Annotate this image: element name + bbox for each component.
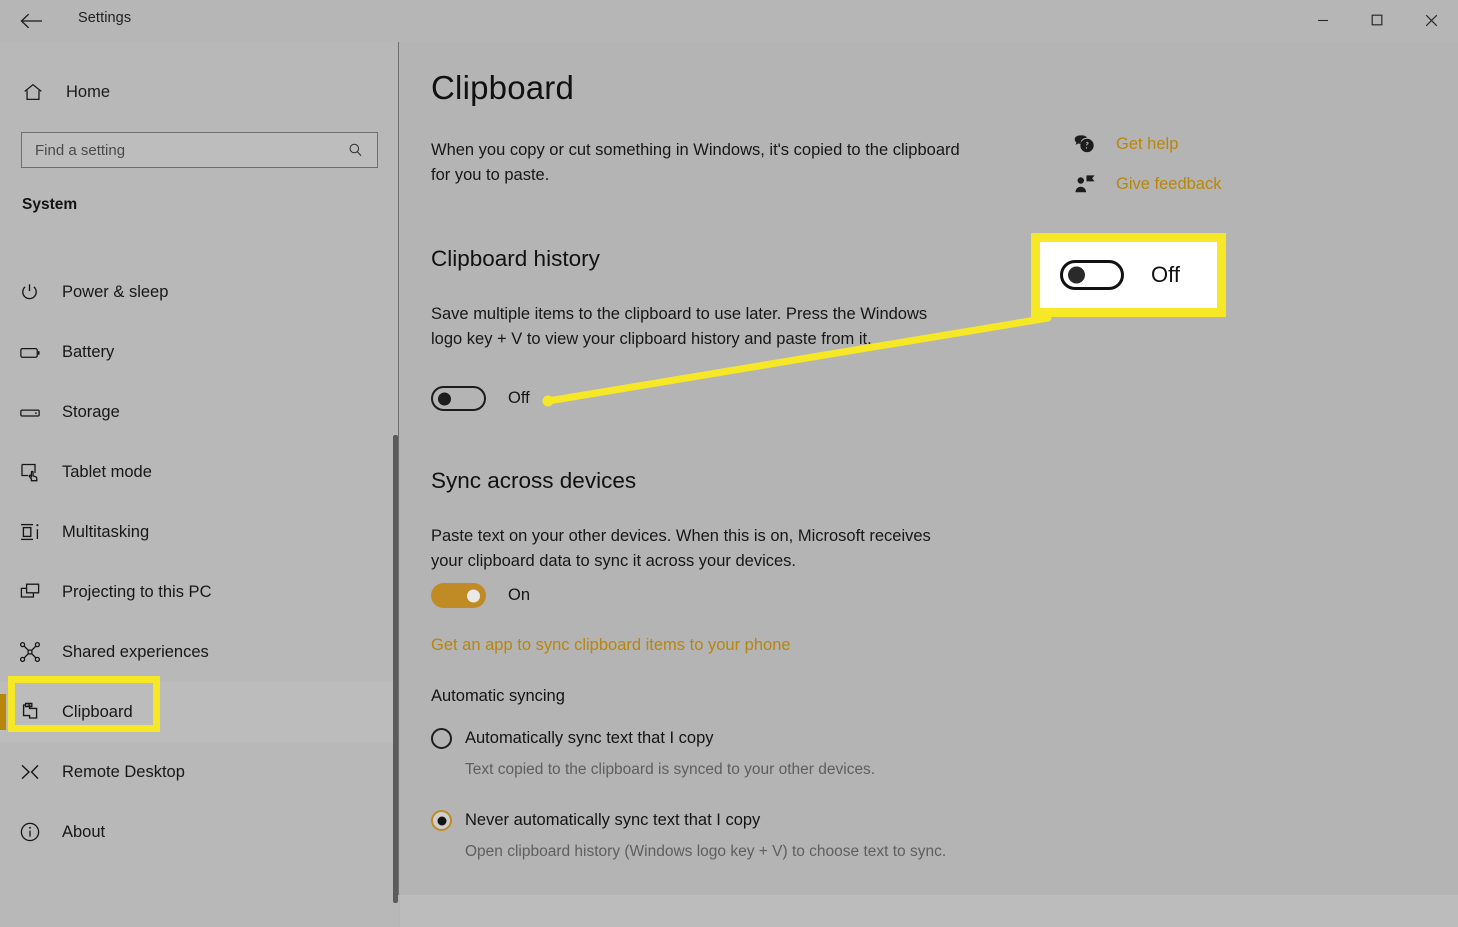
sidebar-item-label: Tablet mode	[62, 462, 152, 481]
give-feedback-icon	[1073, 173, 1109, 195]
clipboard-history-heading: Clipboard history	[431, 246, 600, 271]
sidebar-item-home[interactable]: Home	[12, 72, 382, 112]
sidebar-item-label: Shared experiences	[62, 642, 209, 661]
sidebar-item-projecting-to-this-pc[interactable]: Projecting to this PC	[0, 562, 399, 622]
sidebar-item-label: Multitasking	[62, 522, 150, 541]
power-icon	[18, 277, 54, 307]
tablet-mode-icon	[18, 457, 54, 487]
window-title: Settings	[78, 10, 132, 26]
sidebar-item-remote-desktop[interactable]: Remote Desktop	[0, 742, 399, 802]
sidebar-item-label: About	[62, 822, 106, 841]
clipboard-history-toggle-row[interactable]: Off	[431, 386, 530, 411]
projecting-icon	[18, 577, 54, 607]
search-input[interactable]	[22, 141, 346, 159]
window-controls	[1296, 0, 1458, 40]
sidebar-item-label: Remote Desktop	[62, 762, 185, 781]
sidebar-item-label: Storage	[62, 402, 120, 421]
give-feedback-link[interactable]: Give feedback	[1073, 164, 1303, 204]
back-arrow-icon[interactable]	[14, 4, 50, 38]
automatic-syncing-radio-group: Automatically sync text that I copy Text…	[431, 724, 1051, 888]
callout-inner: Off	[1040, 242, 1217, 308]
help-links: Get help Give feedback	[1073, 124, 1303, 204]
radio-button[interactable]	[431, 728, 452, 749]
radio-option-never-sync[interactable]: Never automatically sync text that I cop…	[431, 806, 1051, 834]
callout-toggle-state: Off	[1151, 262, 1180, 287]
shared-experiences-icon	[18, 637, 54, 667]
sidebar-item-tablet-mode[interactable]: Tablet mode	[0, 442, 399, 502]
sidebar-item-home-label: Home	[66, 82, 111, 101]
get-help-icon	[1073, 133, 1109, 155]
toggle-knob	[438, 392, 451, 405]
radio-label: Never automatically sync text that I cop…	[465, 811, 761, 829]
radio-option-auto-sync[interactable]: Automatically sync text that I copy	[431, 724, 1051, 752]
sidebar-item-clipboard[interactable]: Clipboard	[0, 682, 399, 742]
sidebar-item-label: Power & sleep	[62, 282, 169, 301]
toggle-knob	[467, 589, 480, 602]
radio-label: Automatically sync text that I copy	[465, 729, 714, 747]
home-icon	[22, 81, 56, 103]
page-title: Clipboard	[431, 69, 575, 106]
close-button[interactable]	[1404, 0, 1458, 40]
search-icon[interactable]	[346, 141, 377, 160]
automatic-syncing-heading: Automatic syncing	[431, 687, 565, 705]
remote-desktop-icon	[18, 757, 54, 787]
sidebar-item-label: Projecting to this PC	[62, 582, 212, 601]
sync-across-devices-toggle-row[interactable]: On	[431, 583, 530, 608]
page-intro-text: When you copy or cut something in Window…	[431, 141, 960, 184]
minimize-button[interactable]	[1296, 0, 1350, 40]
sidebar-divider	[398, 0, 400, 895]
radio-description: Open clipboard history (Windows logo key…	[465, 843, 947, 860]
sidebar-item-battery[interactable]: Battery	[0, 322, 399, 382]
selection-indicator	[0, 694, 6, 730]
radio-button[interactable]	[431, 810, 452, 831]
sync-across-devices-toggle-state: On	[508, 586, 531, 604]
about-info-icon	[18, 817, 54, 847]
sync-across-devices-heading: Sync across devices	[431, 468, 637, 493]
sidebar-item-storage[interactable]: Storage	[0, 382, 399, 442]
main-content: Clipboard When you copy or cut something…	[400, 42, 1458, 927]
sidebar-item-shared-experiences[interactable]: Shared experiences	[0, 622, 399, 682]
content-bottom-strip	[400, 895, 1458, 927]
clipboard-history-toggle-state: Off	[508, 389, 530, 407]
sync-across-devices-toggle[interactable]	[431, 583, 486, 608]
settings-window: Home System Power & sleep	[0, 0, 1458, 927]
multitasking-icon	[18, 517, 54, 547]
sidebar-item-label: Clipboard	[62, 702, 133, 721]
sidebar-group-title: System	[22, 196, 78, 213]
get-help-label: Get help	[1116, 134, 1179, 153]
battery-icon	[18, 337, 54, 367]
clipboard-history-toggle[interactable]	[431, 386, 486, 411]
maximize-button[interactable]	[1350, 0, 1404, 40]
radio-description: Text copied to the clipboard is synced t…	[465, 761, 876, 778]
sidebar-item-multitasking[interactable]: Multitasking	[0, 502, 399, 562]
clipboard-icon	[18, 697, 54, 727]
storage-icon	[18, 397, 54, 427]
sidebar-item-about[interactable]: About	[0, 802, 399, 862]
toggle-zoom-callout: Off	[1031, 233, 1226, 317]
sidebar-item-label: Battery	[62, 342, 115, 361]
title-bar: Settings	[0, 0, 1458, 42]
sidebar-item-power-sleep[interactable]: Power & sleep	[0, 262, 399, 322]
sidebar: Home System Power & sleep	[0, 0, 399, 927]
sidebar-nav: Power & sleep Battery Storage Tablet mod…	[0, 262, 399, 862]
get-help-link[interactable]: Get help	[1073, 124, 1303, 164]
toggle-knob	[1068, 266, 1085, 284]
callout-toggle-icon	[1060, 260, 1124, 290]
search-box[interactable]	[21, 132, 378, 168]
sync-across-devices-description: Paste text on your other devices. When t…	[431, 527, 931, 570]
get-sync-app-link[interactable]: Get an app to sync clipboard items to yo…	[431, 636, 791, 655]
give-feedback-label: Give feedback	[1116, 174, 1222, 193]
clipboard-history-description: Save multiple items to the clipboard to …	[431, 305, 928, 348]
